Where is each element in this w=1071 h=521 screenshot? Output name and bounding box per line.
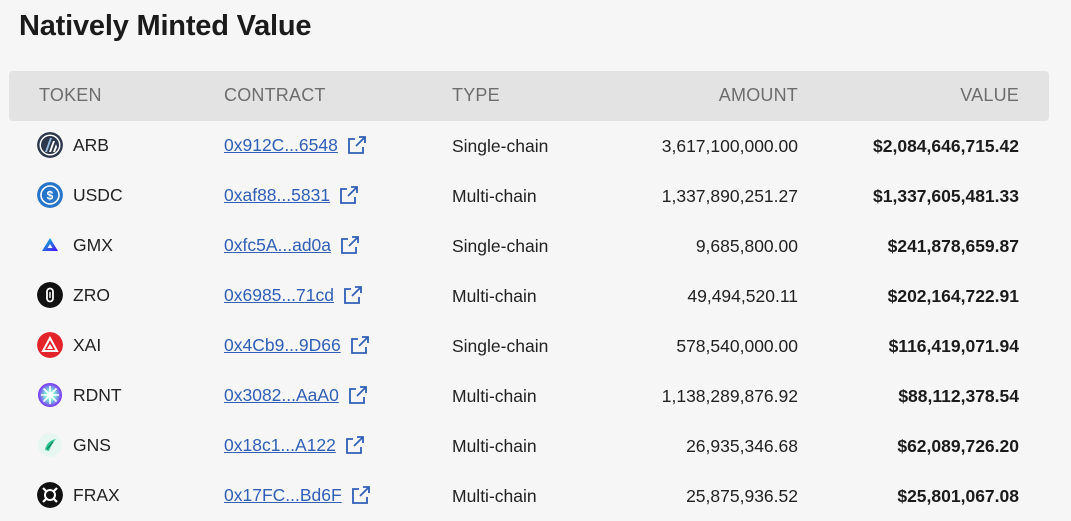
token-amount: 9,685,800.00 (695, 236, 798, 256)
layerzero-icon (37, 282, 63, 308)
token-amount: 49,494,520.11 (687, 286, 798, 306)
usdc-icon: $ (37, 182, 63, 208)
token-cell: GMX (37, 232, 113, 258)
contract-cell: 0x6985...71cd (224, 284, 364, 306)
token-cell: GNS (37, 432, 111, 458)
token-value: $25,801,067.08 (897, 486, 1019, 506)
column-header-token[interactable]: TOKEN (39, 85, 102, 106)
contract-cell: 0x17FC...Bd6F (224, 484, 372, 506)
table-row: ZRO 0x6985...71cd Multi-chain 49,494,520… (9, 271, 1049, 321)
chain-type: Multi-chain (452, 386, 537, 406)
token-value: $1,337,605,481.33 (873, 186, 1019, 206)
contract-address-link[interactable]: 0x912C...6548 (224, 134, 338, 156)
token-symbol: GNS (73, 435, 111, 455)
contract-cell: 0xaf88...5831 (224, 184, 360, 206)
token-amount: 1,337,890,251.27 (661, 186, 798, 206)
external-link-icon[interactable] (344, 434, 366, 456)
external-link-icon[interactable] (350, 484, 372, 506)
token-value: $62,089,726.20 (897, 436, 1019, 456)
token-amount: 26,935,346.68 (686, 436, 798, 456)
contract-address-link[interactable]: 0x4Cb9...9D66 (224, 334, 341, 356)
contract-cell: 0xfc5A...ad0a (224, 234, 361, 256)
chain-type: Multi-chain (452, 486, 537, 506)
table-row: ARB 0x912C...6548 Single-chain 3,617,100… (9, 121, 1049, 171)
token-cell: ZRO (37, 282, 110, 308)
frax-icon (37, 482, 63, 508)
column-header-type[interactable]: TYPE (452, 85, 500, 106)
minted-value-table: TOKEN CONTRACT TYPE AMOUNT VALUE ARB 0x9… (9, 71, 1049, 521)
column-header-value[interactable]: VALUE (960, 85, 1019, 106)
contract-address-link[interactable]: 0x17FC...Bd6F (224, 484, 342, 506)
token-cell: FRAX (37, 482, 120, 508)
table-row: FRAX 0x17FC...Bd6F Multi-chain 25,875,93… (9, 471, 1049, 521)
token-symbol: FRAX (73, 485, 120, 505)
token-symbol: GMX (73, 235, 113, 255)
token-cell: $ USDC (37, 182, 123, 208)
token-symbol: ZRO (73, 285, 110, 305)
page-title: Natively Minted Value (19, 10, 312, 42)
contract-cell: 0x912C...6548 (224, 134, 368, 156)
token-value: $2,084,646,715.42 (873, 136, 1019, 156)
chain-type: Single-chain (452, 336, 549, 356)
external-link-icon[interactable] (347, 384, 369, 406)
token-amount: 3,617,100,000.00 (661, 136, 798, 156)
token-cell: ARB (37, 132, 109, 158)
token-amount: 1,138,289,876.92 (661, 386, 798, 406)
chain-type: Single-chain (452, 236, 549, 256)
gns-icon (37, 432, 63, 458)
token-amount: 25,875,936.52 (686, 486, 798, 506)
external-link-icon[interactable] (346, 134, 368, 156)
table-row: GMX 0xfc5A...ad0a Single-chain 9,685,800… (9, 221, 1049, 271)
external-link-icon[interactable] (349, 334, 371, 356)
table-row: RDNT 0x3082...AaA0 Multi-chain 1,138,289… (9, 371, 1049, 421)
table-body: ARB 0x912C...6548 Single-chain 3,617,100… (9, 121, 1049, 521)
chain-type: Multi-chain (452, 286, 537, 306)
table-row: $ USDC 0xaf88...5831 Multi-chain 1,337,8… (9, 171, 1049, 221)
token-symbol: USDC (73, 185, 123, 205)
chain-type: Multi-chain (452, 186, 537, 206)
external-link-icon[interactable] (339, 234, 361, 256)
token-symbol: ARB (73, 135, 109, 155)
table-header: TOKEN CONTRACT TYPE AMOUNT VALUE (9, 71, 1049, 121)
xai-icon (37, 332, 63, 358)
contract-cell: 0x4Cb9...9D66 (224, 334, 371, 356)
radiant-icon (37, 382, 63, 408)
token-value: $116,419,071.94 (888, 336, 1019, 356)
contract-address-link[interactable]: 0x3082...AaA0 (224, 384, 339, 406)
external-link-icon[interactable] (342, 284, 364, 306)
token-symbol: RDNT (73, 385, 122, 405)
contract-cell: 0x18c1...A122 (224, 434, 366, 456)
svg-text:$: $ (47, 189, 54, 203)
token-value: $241,878,659.87 (887, 236, 1019, 256)
table-row: XAI 0x4Cb9...9D66 Single-chain 578,540,0… (9, 321, 1049, 371)
token-cell: XAI (37, 332, 101, 358)
gmx-icon (37, 232, 63, 258)
token-cell: RDNT (37, 382, 122, 408)
contract-address-link[interactable]: 0x6985...71cd (224, 284, 334, 306)
contract-address-link[interactable]: 0xaf88...5831 (224, 184, 330, 206)
token-value: $202,164,722.91 (887, 286, 1019, 306)
table-row: GNS 0x18c1...A122 Multi-chain 26,935,346… (9, 421, 1049, 471)
contract-address-link[interactable]: 0xfc5A...ad0a (224, 234, 331, 256)
contract-cell: 0x3082...AaA0 (224, 384, 369, 406)
chain-type: Single-chain (452, 136, 549, 156)
token-symbol: XAI (73, 335, 102, 355)
arbitrum-icon (37, 132, 63, 158)
token-amount: 578,540,000.00 (676, 336, 798, 356)
chain-type: Multi-chain (452, 436, 537, 456)
contract-address-link[interactable]: 0x18c1...A122 (224, 434, 336, 456)
external-link-icon[interactable] (338, 184, 360, 206)
column-header-amount[interactable]: AMOUNT (719, 85, 798, 106)
token-value: $88,112,378.54 (898, 386, 1019, 406)
column-header-contract[interactable]: CONTRACT (224, 85, 326, 106)
